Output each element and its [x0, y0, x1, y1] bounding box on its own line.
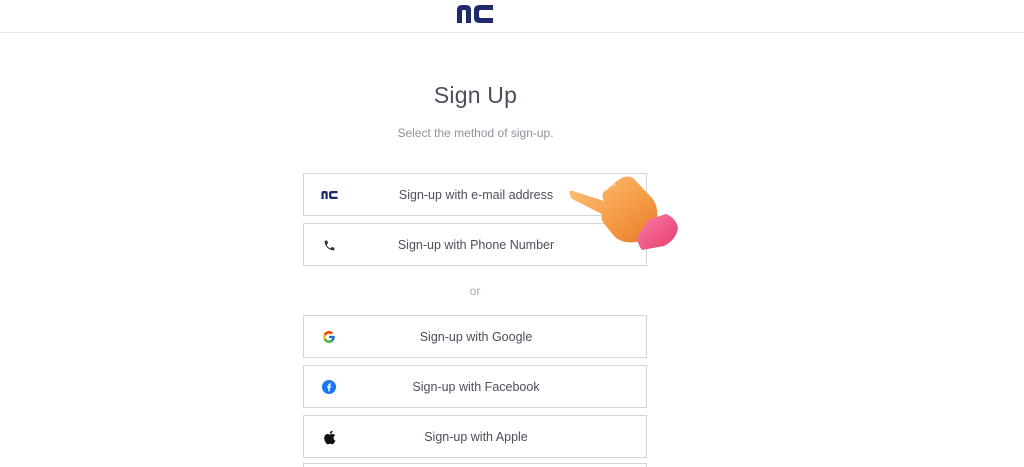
signup-google-button[interactable]: Sign-up with Google — [303, 315, 647, 358]
nc-logo-icon[interactable] — [456, 4, 494, 24]
page-title: Sign Up — [433, 82, 518, 108]
signup-next-option-button[interactable] — [303, 463, 647, 467]
signup-apple-button[interactable]: Sign-up with Apple — [303, 415, 647, 458]
signup-page: Sign Up Select the method of sign-up. Si… — [0, 0, 1024, 467]
top-header — [0, 0, 1024, 33]
pointing-hand-icon — [569, 176, 678, 250]
signup-facebook-label: Sign-up with Facebook — [412, 380, 540, 394]
or-divider: or — [469, 284, 481, 298]
page-subtitle: Select the method of sign-up. — [397, 126, 554, 140]
signup-facebook-button[interactable]: Sign-up with Facebook — [303, 365, 647, 408]
signup-apple-label: Sign-up with Apple — [424, 430, 528, 444]
signup-google-label: Sign-up with Google — [419, 330, 533, 344]
